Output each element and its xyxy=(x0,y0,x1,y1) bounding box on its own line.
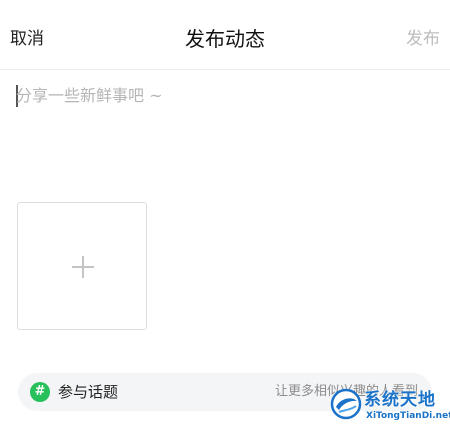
publish-button[interactable]: 发布 xyxy=(406,27,440,51)
watermark-title: 系统天地 xyxy=(364,390,436,410)
topic-label: 参与话题 xyxy=(58,383,119,401)
compose-input[interactable] xyxy=(16,84,436,184)
watermark: 系统天地 XiTongTianDi.net xyxy=(330,384,450,430)
hash-icon: # xyxy=(30,382,50,402)
header-bar: 取消 发布动态 发布 xyxy=(0,0,450,70)
post-composer-screen: 取消 发布动态 发布 # 参与话题 让更多相似兴趣的人看到 系统天地 XiTon… xyxy=(0,0,450,431)
watermark-logo-icon xyxy=(330,388,362,420)
page-title: 发布动态 xyxy=(185,27,265,51)
watermark-subtitle: XiTongTianDi.net xyxy=(366,411,450,421)
plus-icon xyxy=(72,256,94,278)
add-image-button[interactable] xyxy=(17,202,147,330)
